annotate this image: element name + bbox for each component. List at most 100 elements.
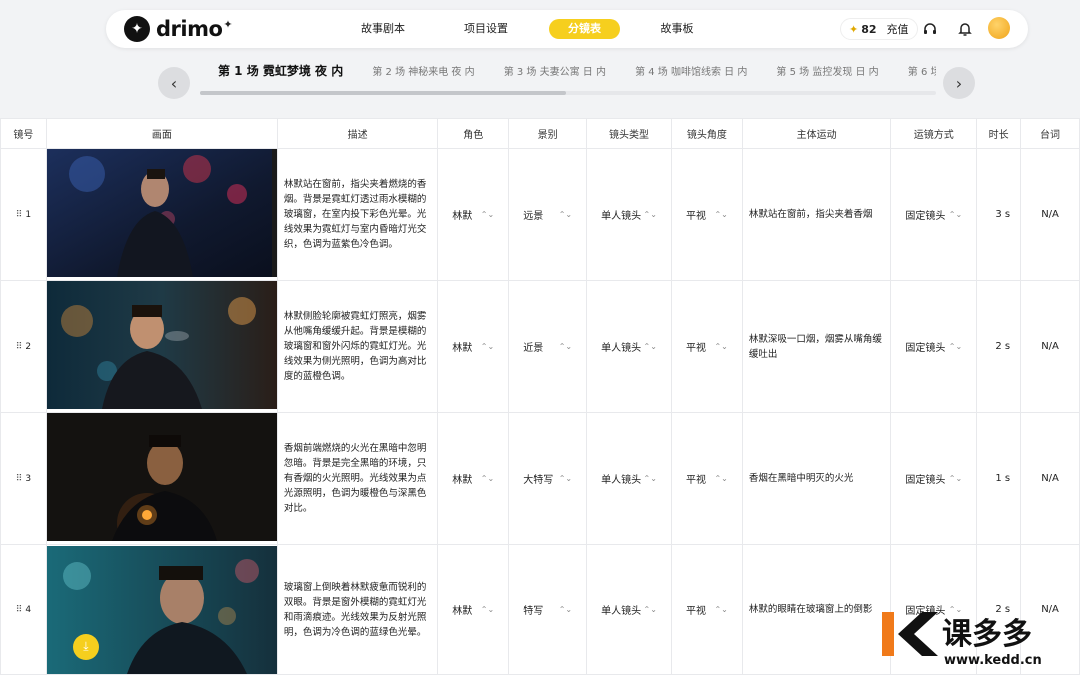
description-cell[interactable]: 玻璃窗上倒映着林默疲惫而锐利的双眼。背景是窗外模糊的霓虹灯光和雨滴痕迹。光线效果…: [276, 544, 439, 675]
shot-type-select[interactable]: 单人镜头 ⌃⌄: [586, 544, 672, 675]
motion-cell[interactable]: 香烟在黑暗中明灭的火光: [741, 412, 892, 545]
camera-value: 固定镜头: [905, 343, 946, 354]
download-icon: ⤓: [83, 639, 89, 653]
shot-index-cell[interactable]: ⠿ 4: [0, 544, 47, 675]
col-header: 画面: [45, 118, 278, 149]
shot-size-select[interactable]: 大特写 ⌃⌄: [508, 412, 588, 545]
motion-text: 林默站在窗前，指尖夹着香烟: [748, 209, 873, 220]
scene-tab-1[interactable]: 第 1 场 霓虹梦境 夜 内: [218, 60, 343, 82]
shot-size-select[interactable]: 特写 ⌃⌄: [508, 544, 588, 675]
shot-image-cell[interactable]: [45, 412, 278, 553]
bell-icon[interactable]: [956, 20, 974, 38]
watermark-brand: 课多多: [942, 617, 1032, 652]
col-header: 镜头类型: [586, 118, 672, 149]
shot-size-select[interactable]: 远景 ⌃⌄: [508, 148, 588, 281]
shot-type-select[interactable]: 单人镜头 ⌃⌄: [586, 280, 672, 413]
scene-scrollbar[interactable]: [200, 91, 936, 95]
shot-image[interactable]: [46, 413, 277, 553]
shot-type-select[interactable]: 单人镜头 ⌃⌄: [586, 412, 672, 545]
download-button[interactable]: ⤓: [72, 633, 99, 660]
shot-image-cell[interactable]: [45, 280, 278, 413]
scene-tab-5[interactable]: 第 5 场 监控发现 日 内: [776, 62, 878, 84]
duration-cell[interactable]: 3 s: [976, 148, 1022, 281]
dialogue-cell[interactable]: N/A: [1020, 280, 1080, 413]
shot-number: 1: [25, 209, 32, 220]
drag-handle-icon[interactable]: ⠿: [16, 342, 23, 352]
select-arrows-icon: ⌃⌄: [558, 605, 573, 614]
headset-icon[interactable]: [921, 20, 939, 38]
drag-handle-icon[interactable]: ⠿: [16, 210, 23, 220]
tab-project-settings[interactable]: 项目设置: [453, 19, 519, 39]
drag-handle-icon[interactable]: ⠿: [16, 474, 23, 484]
motion-cell[interactable]: 林默的眼睛在玻璃窗上的倒影: [741, 544, 892, 675]
scene-tab-3[interactable]: 第 3 场 夫妻公寓 日 内: [504, 62, 606, 84]
select-arrows-icon: ⌃⌄: [948, 474, 963, 483]
select-arrows-icon: ⌃⌄: [480, 210, 495, 219]
table-header-row: 镜号 画面 描述 角色 景别 镜头类型 镜头角度 主体运动 运镜方式 时长 台词: [0, 118, 1080, 149]
credits-badge[interactable]: ✦ 82 充值: [840, 18, 918, 40]
shot-size-select[interactable]: 近景 ⌃⌄: [508, 280, 588, 413]
shot-index-cell[interactable]: ⠿ 1: [0, 148, 47, 281]
role-value: 林默: [452, 475, 473, 486]
tab-storyboard[interactable]: 故事板: [647, 19, 707, 39]
table-row: ⠿ 3 香烟前端燃烧的火光在黑暗中忽明忽暗。背景是完全黑暗的环境，只有香烟的火光照…: [0, 412, 1080, 553]
col-header: 运镜方式: [890, 118, 978, 149]
scene-tab-6[interactable]: 第 6 场 线索: [908, 62, 936, 84]
shot-image-wrap[interactable]: ⤓: [46, 545, 277, 674]
dialogue-cell[interactable]: N/A: [1020, 148, 1080, 281]
shot-image-cell[interactable]: ⤓: [45, 544, 278, 675]
shot-image[interactable]: [46, 149, 277, 277]
shot-table: 镜号 画面 描述 角色 景别 镜头类型 镜头角度 主体运动 运镜方式 时长 台词…: [0, 118, 1080, 675]
description-cell[interactable]: 林默侧脸轮廓被霓虹灯照亮，烟雾从他嘴角缓缓升起。背景是模糊的玻璃窗和窗外闪烁的霓…: [276, 280, 439, 413]
col-header: 主体运动: [741, 118, 892, 149]
camera-select[interactable]: 固定镜头 ⌃⌄: [890, 412, 978, 545]
logo-text: drimo: [156, 17, 223, 41]
duration-cell[interactable]: 1 s: [976, 412, 1022, 545]
angle-select[interactable]: 平视 ⌃⌄: [670, 280, 743, 413]
camera-select[interactable]: 固定镜头 ⌃⌄: [890, 280, 978, 413]
scene-tab-2[interactable]: 第 2 场 神秘来电 夜 内: [372, 62, 474, 84]
app-logo[interactable]: ✦ drimo ✦: [124, 16, 233, 42]
credits-count: 82: [861, 22, 877, 36]
dialogue-cell[interactable]: N/A: [1020, 412, 1080, 545]
col-header: 时长: [976, 118, 1022, 149]
user-avatar[interactable]: [988, 17, 1010, 39]
select-arrows-icon: ⌃⌄: [714, 474, 728, 483]
scene-scrollbar-thumb[interactable]: [200, 91, 566, 95]
shot-type-value: 单人镜头: [601, 211, 642, 222]
select-arrows-icon: ⌃⌄: [643, 342, 657, 351]
scene-prev-button[interactable]: ‹: [158, 67, 190, 99]
shot-type-select[interactable]: 单人镜头 ⌃⌄: [586, 148, 672, 281]
motion-text: 香烟在黑暗中明灭的火光: [748, 473, 854, 484]
shot-image-cell[interactable]: [45, 148, 278, 281]
description-text: 林默站在窗前，指尖夹着燃烧的香烟。背景是霓虹灯透过雨水模糊的玻璃窗，在室内投下彩…: [283, 179, 427, 250]
angle-select[interactable]: 平视 ⌃⌄: [670, 412, 743, 545]
motion-cell[interactable]: 林默站在窗前，指尖夹着香烟: [741, 148, 892, 281]
description-cell[interactable]: 林默站在窗前，指尖夹着燃烧的香烟。背景是霓虹灯透过雨水模糊的玻璃窗，在室内投下彩…: [276, 148, 439, 281]
role-select[interactable]: 林默 ⌃⌄: [437, 148, 510, 281]
angle-select[interactable]: 平视 ⌃⌄: [670, 148, 743, 281]
scene-next-button[interactable]: ›: [943, 67, 975, 99]
role-select[interactable]: 林默 ⌃⌄: [437, 544, 510, 675]
motion-cell[interactable]: 林默深吸一口烟，烟雾从嘴角缓缓吐出: [741, 280, 892, 413]
shot-number: 2: [25, 341, 32, 352]
angle-select[interactable]: 平视 ⌃⌄: [670, 544, 743, 675]
description-text: 玻璃窗上倒映着林默疲惫而锐利的双眼。背景是窗外模糊的霓虹灯光和雨滴痕迹。光线效果…: [283, 581, 427, 638]
role-select[interactable]: 林默 ⌃⌄: [437, 280, 510, 413]
description-cell[interactable]: 香烟前端燃烧的火光在黑暗中忽明忽暗。背景是完全黑暗的环境，只有香烟的火光照明。光…: [276, 412, 439, 545]
recharge-button[interactable]: 充值: [887, 21, 909, 37]
shot-size-value: 远景: [523, 211, 544, 222]
shot-image[interactable]: [46, 281, 277, 409]
camera-select[interactable]: 固定镜头 ⌃⌄: [890, 148, 978, 281]
tab-story-script[interactable]: 故事剧本: [350, 19, 416, 39]
drag-handle-icon[interactable]: ⠿: [16, 605, 23, 615]
tab-storyboard-table[interactable]: 分镜表: [549, 19, 620, 39]
shot-index-cell[interactable]: ⠿ 3: [0, 412, 47, 545]
camera-value: 固定镜头: [905, 475, 946, 486]
shot-type-value: 单人镜头: [601, 475, 642, 486]
shot-index-cell[interactable]: ⠿ 2: [0, 280, 47, 413]
scene-tab-4[interactable]: 第 4 场 咖啡馆线索 日 内: [635, 62, 747, 84]
duration-cell[interactable]: 2 s: [976, 280, 1022, 413]
camera-value: 固定镜头: [905, 211, 946, 222]
role-select[interactable]: 林默 ⌃⌄: [437, 412, 510, 545]
